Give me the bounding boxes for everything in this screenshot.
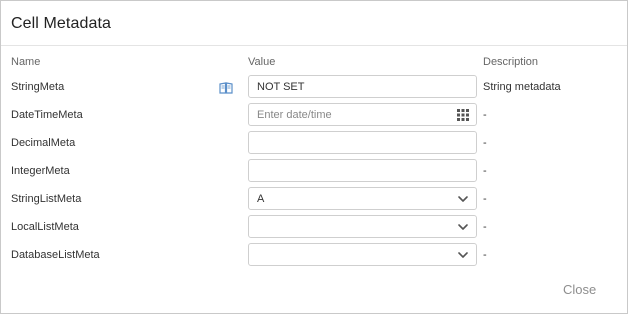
datetimemeta-placeholder: Enter date/time: [257, 109, 332, 121]
row-desc-locallistmeta: -: [483, 221, 487, 233]
book-icon[interactable]: [219, 81, 233, 94]
row-label-stringlistmeta: StringListMeta: [11, 193, 82, 205]
stringmeta-value: NOT SET: [257, 81, 305, 93]
row-desc-stringlistmeta: -: [483, 193, 487, 205]
locallistmeta-select[interactable]: [248, 215, 477, 238]
chevron-down-icon: [456, 220, 470, 234]
cell-metadata-dialog: Cell Metadata Name Value Description Str…: [0, 0, 628, 314]
row-desc-stringmeta: String metadata: [483, 81, 561, 93]
stringmeta-input[interactable]: NOT SET: [248, 75, 477, 98]
row-label-integermeta: IntegerMeta: [11, 165, 70, 177]
column-header-description: Description: [483, 56, 539, 68]
row-label-stringmeta: StringMeta: [11, 81, 65, 93]
row-label-databaselistmeta: DatabaseListMeta: [11, 249, 100, 261]
chevron-down-icon: [456, 192, 470, 206]
stringlistmeta-value: A: [257, 193, 265, 205]
integermeta-input[interactable]: [248, 159, 477, 182]
row-desc-datetimemeta: -: [483, 109, 487, 121]
title-divider: [1, 45, 627, 46]
chevron-down-icon: [456, 248, 470, 262]
row-label-decimalmeta: DecimalMeta: [11, 137, 76, 149]
row-desc-decimalmeta: -: [483, 137, 487, 149]
row-desc-integermeta: -: [483, 165, 487, 177]
calendar-grid-icon[interactable]: [456, 108, 470, 122]
databaselistmeta-select[interactable]: [248, 243, 477, 266]
decimalmeta-input[interactable]: [248, 131, 477, 154]
row-desc-databaselistmeta: -: [483, 249, 487, 261]
close-button[interactable]: Close: [563, 282, 596, 297]
row-label-locallistmeta: LocalListMeta: [11, 221, 79, 233]
datetimemeta-input[interactable]: Enter date/time: [248, 103, 477, 126]
dialog-title: Cell Metadata: [11, 15, 112, 32]
stringlistmeta-select[interactable]: A: [248, 187, 477, 210]
row-label-datetimemeta: DateTimeMeta: [11, 109, 83, 121]
column-header-name: Name: [11, 56, 41, 68]
column-header-value: Value: [248, 56, 276, 68]
